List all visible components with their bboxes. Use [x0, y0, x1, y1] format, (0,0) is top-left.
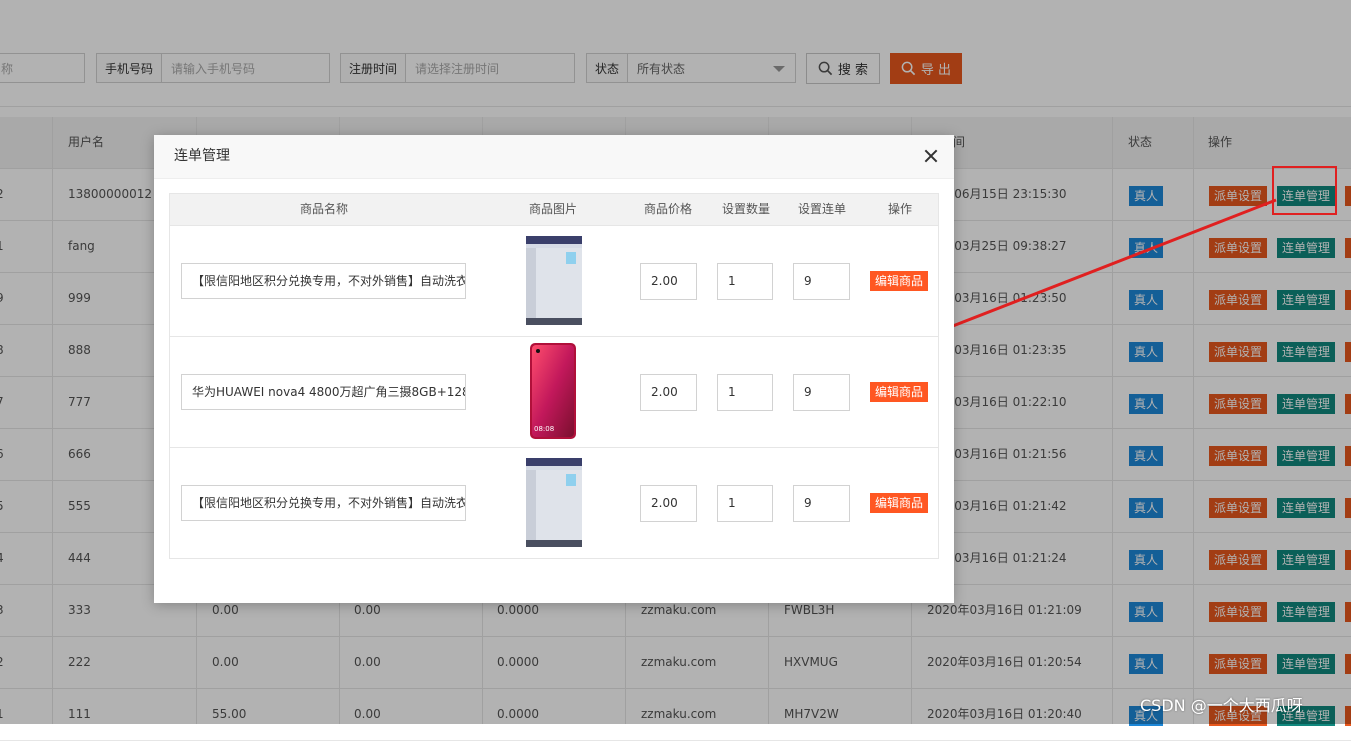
product-row: 【限信阳地区积分兑换专用，不对外销售】自动洗衣机 2.00 19 编辑商品 [170, 226, 938, 337]
price-field[interactable]: 2.00 [640, 263, 697, 300]
chain-count-field[interactable]: 9 [793, 374, 850, 411]
chain-management-modal: 连单管理 商品名称 商品图片 商品价格 设置数量 设置连单 操作 【限信阳地区积… [154, 135, 954, 603]
header-product-image: 商品图片 [478, 194, 628, 225]
product-table: 商品名称 商品图片 商品价格 设置数量 设置连单 操作 【限信阳地区积分兑换专用… [169, 193, 939, 559]
product-name-field[interactable]: 华为HUAWEI nova4 4800万超广角三摄8GB+128GB [181, 374, 466, 410]
header-product-name: 商品名称 [170, 194, 478, 225]
quantity-field[interactable]: 1 [717, 374, 773, 411]
quantity-field[interactable]: 1 [717, 263, 773, 300]
header-product-price: 商品价格 [628, 194, 708, 225]
product-table-header: 商品名称 商品图片 商品价格 设置数量 设置连单 操作 [170, 194, 938, 226]
modal-title: 连单管理 [174, 135, 230, 178]
chain-count-field[interactable]: 9 [793, 485, 850, 522]
product-row: 【限信阳地区积分兑换专用，不对外销售】自动洗衣机 2.00 19 编辑商品 [170, 448, 938, 558]
modal-header: 连单管理 [154, 135, 954, 179]
header-operation: 操作 [860, 194, 940, 225]
product-name-field[interactable]: 【限信阳地区积分兑换专用，不对外销售】自动洗衣机 [181, 485, 466, 521]
close-icon[interactable] [924, 149, 938, 163]
edit-product-button[interactable]: 编辑商品 [870, 382, 928, 402]
watermark: CSDN @一个大西瓜呀 [1140, 692, 1303, 716]
product-name-field[interactable]: 【限信阳地区积分兑换专用，不对外销售】自动洗衣机 [181, 263, 466, 299]
phone-screen-time: 08:08 [534, 425, 554, 433]
header-chain: 设置连单 [784, 194, 860, 225]
product-row: 华为HUAWEI nova4 4800万超广角三摄8GB+128GB 08:08 2… [170, 337, 938, 448]
quantity-field[interactable]: 1 [717, 485, 773, 522]
price-field[interactable]: 2.00 [640, 374, 697, 411]
edit-product-button[interactable]: 编辑商品 [870, 493, 928, 513]
product-image: 08:08 [508, 337, 598, 447]
product-image [508, 226, 598, 336]
chain-count-field[interactable]: 9 [793, 263, 850, 300]
washing-machine-image [508, 230, 598, 330]
header-quantity: 设置数量 [708, 194, 784, 225]
washing-machine-image [508, 452, 598, 552]
phone-image: 08:08 [508, 341, 598, 441]
product-image [508, 448, 598, 558]
edit-product-button[interactable]: 编辑商品 [870, 271, 928, 291]
price-field[interactable]: 2.00 [640, 485, 697, 522]
